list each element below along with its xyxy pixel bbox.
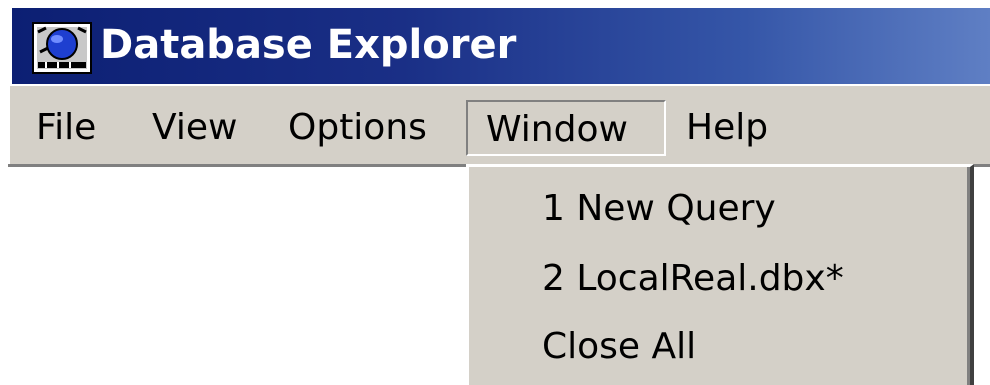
menu-window[interactable]: Window	[466, 100, 666, 156]
title-bar[interactable]: Database Explorer	[12, 8, 990, 84]
database-globe-icon	[32, 22, 92, 74]
menu-item-new-query[interactable]: 1 New Query	[542, 179, 776, 239]
window-title: Database Explorer	[100, 22, 517, 68]
menu-item-localreal-dbx[interactable]: 2 LocalReal.dbx*	[542, 249, 844, 309]
window-menu-dropdown: 1 New Query 2 LocalReal.dbx* Close All	[466, 164, 974, 385]
menu-bar: File View Options Window Help	[8, 84, 990, 166]
app-window: Database Explorer File View Options Wind…	[0, 0, 990, 385]
menu-view[interactable]: View	[152, 100, 237, 156]
menu-item-close-all[interactable]: Close All	[542, 317, 696, 377]
menu-file[interactable]: File	[36, 100, 96, 156]
menu-options[interactable]: Options	[288, 100, 427, 156]
menu-help[interactable]: Help	[686, 100, 768, 156]
